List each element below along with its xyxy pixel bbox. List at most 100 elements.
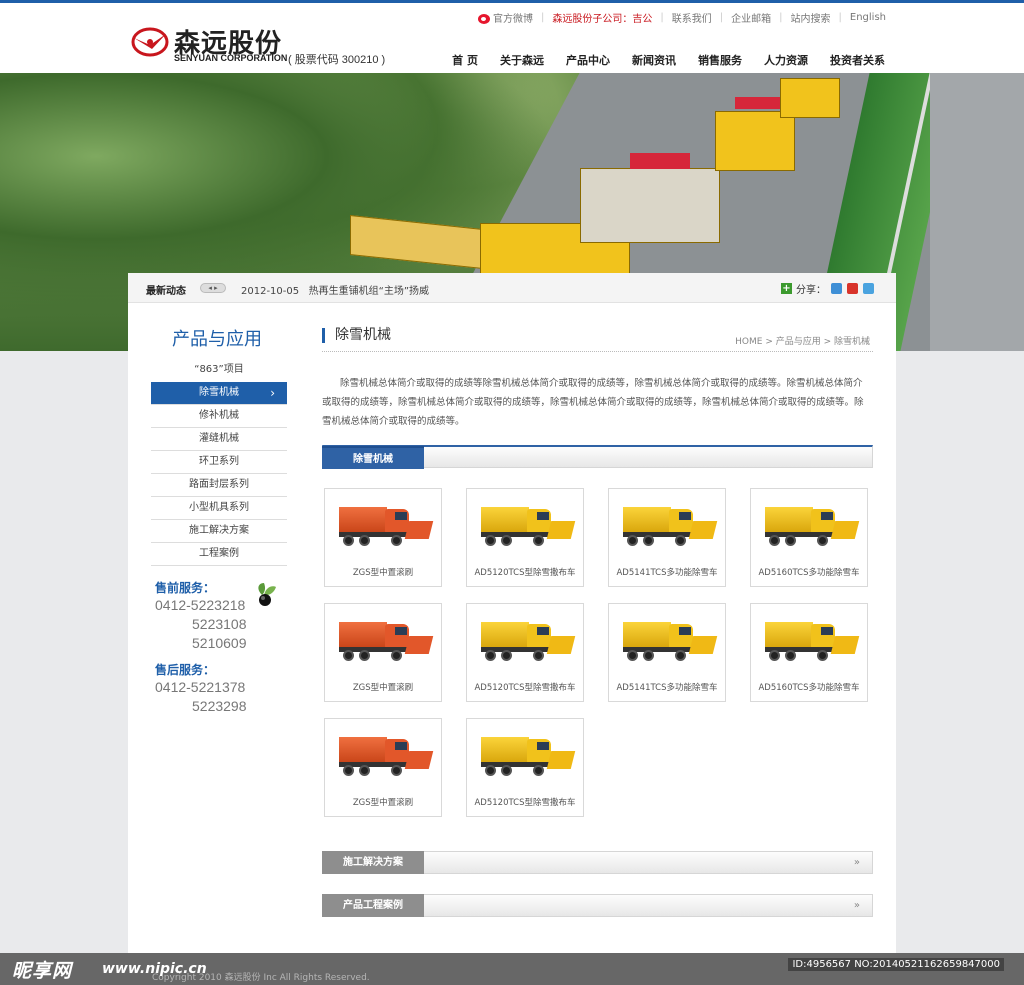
product-card[interactable]: AD5120TCS型除雪撒布车	[466, 603, 584, 702]
breadcrumb[interactable]: HOME > 产品与应用 > 除雪机械	[735, 334, 870, 347]
truck-plow	[404, 636, 434, 654]
share-plus-icon[interactable]: +	[781, 283, 792, 294]
truck-wheel	[343, 650, 354, 661]
product-name: AD5120TCS型除雪撒布车	[474, 568, 576, 578]
truck-wheel	[643, 650, 654, 661]
aftersale-number: 5223298	[192, 698, 247, 714]
truck-body	[481, 622, 529, 648]
truck-wheel	[501, 650, 512, 661]
truck-wheel	[675, 650, 686, 661]
sidebar-item-solutions[interactable]: 施工解决方案	[151, 520, 287, 543]
sidebar-item-surface-sealing[interactable]: 路面封层系列	[151, 474, 287, 497]
site-header: 森远股份 SENYUAN CORPORATION ( 股票代码 300210 )…	[0, 3, 1024, 73]
nav-news[interactable]: 新闻资讯	[621, 52, 687, 68]
product-name: ZGS型中置滚刷	[352, 568, 414, 578]
product-image	[619, 501, 718, 551]
truck-wheel	[485, 765, 496, 776]
product-image	[335, 501, 434, 551]
truck-plow	[404, 751, 434, 769]
product-card[interactable]: ZGS型中置滚刷	[324, 488, 442, 587]
truck-window	[395, 627, 407, 635]
section-bar-cases: 产品工程案例 »	[322, 894, 873, 917]
logo[interactable]: 森远股份 SENYUAN CORPORATION ( 股票代码 300210 )	[130, 25, 430, 70]
english-link[interactable]: English	[842, 12, 894, 23]
truck-plow	[688, 521, 718, 539]
main-nav: 首 页 关于森远 产品中心 新闻资讯 销售服务 人力资源 投资者关系	[441, 52, 896, 68]
nav-products[interactable]: 产品中心	[555, 52, 621, 68]
email-link[interactable]: 企业邮箱	[723, 10, 779, 25]
truck-wheel	[533, 765, 544, 776]
weibo-share-icon[interactable]	[847, 283, 858, 294]
section-bar-solutions: 施工解决方案 »	[322, 851, 873, 874]
sidebar-item-sanitation[interactable]: 环卫系列	[151, 451, 287, 474]
product-name: AD5120TCS型除雪撒布车	[474, 798, 576, 808]
product-card[interactable]: AD5160TCS多功能除雪车	[750, 488, 868, 587]
product-card[interactable]: ZGS型中置滚刷	[324, 603, 442, 702]
site-search-link[interactable]: 站内搜索	[783, 10, 839, 25]
truck-body	[623, 507, 671, 533]
truck-wheel	[817, 535, 828, 546]
truck-body	[623, 622, 671, 648]
sidebar-item-crack-sealing[interactable]: 灌缝机械	[151, 428, 287, 451]
news-headline[interactable]: 2012-10-05 热再生重铺机组“主场”扬威	[241, 282, 429, 297]
presale-number: 5223108	[192, 616, 247, 632]
nav-sales[interactable]: 销售服务	[687, 52, 753, 68]
subsidiary-link[interactable]: 森远股份子公司：吉公	[544, 10, 660, 25]
banner-canopy	[735, 97, 785, 109]
divider	[322, 351, 873, 352]
sidebar-item-cases[interactable]: 工程案例	[151, 543, 287, 566]
product-card[interactable]: AD5120TCS型除雪撒布车	[466, 718, 584, 817]
section-bar-snow: 除雪机械	[322, 445, 873, 469]
weibo-icon	[478, 14, 491, 24]
sidebar-item-small-tools[interactable]: 小型机具系列	[151, 497, 287, 520]
truck-plow	[404, 521, 434, 539]
product-name: AD5160TCS多功能除雪车	[758, 568, 860, 578]
truck-body	[481, 507, 529, 533]
truck-body	[339, 737, 387, 763]
section-tab-solutions[interactable]: 施工解决方案	[322, 851, 424, 874]
qzone-icon[interactable]	[831, 283, 842, 294]
product-card[interactable]: AD5141TCS多功能除雪车	[608, 603, 726, 702]
product-name: ZGS型中置滚刷	[352, 683, 414, 693]
product-image	[335, 731, 434, 781]
nav-about[interactable]: 关于森远	[489, 52, 555, 68]
contact-link[interactable]: 联系我们	[664, 10, 720, 25]
tencent-weibo-icon[interactable]	[863, 283, 874, 294]
news-label: 最新动态	[146, 286, 186, 297]
sidebar-item-863[interactable]: “863”项目	[151, 359, 287, 382]
product-name: AD5141TCS多功能除雪车	[616, 683, 718, 693]
more-icon[interactable]: »	[854, 900, 860, 911]
product-name: AD5141TCS多功能除雪车	[616, 568, 718, 578]
nav-home[interactable]: 首 页	[441, 52, 489, 68]
news-prev-next-icon[interactable]: ◂ ▸	[200, 283, 226, 293]
truck-wheel	[391, 650, 402, 661]
snow-truck-icon	[335, 731, 434, 781]
banner-machine	[580, 168, 720, 243]
truck-plow	[546, 751, 576, 769]
banner-machine	[715, 111, 795, 171]
product-card[interactable]: AD5141TCS多功能除雪车	[608, 488, 726, 587]
truck-wheel	[359, 535, 370, 546]
truck-body	[481, 737, 529, 763]
top-links: 官方微博 | 森远股份子公司：吉公 | 联系我们 | 企业邮箱 | 站内搜索 |…	[470, 10, 894, 25]
product-card[interactable]: AD5120TCS型除雪撒布车	[466, 488, 584, 587]
snow-truck-icon	[335, 616, 434, 666]
snow-truck-icon	[477, 731, 576, 781]
truck-wheel	[785, 535, 796, 546]
product-card[interactable]: AD5160TCS多功能除雪车	[750, 603, 868, 702]
section-tab-snow[interactable]: 除雪机械	[322, 446, 424, 469]
news-ticker: 最新动态 ◂ ▸ 2012-10-05 热再生重铺机组“主场”扬威 + 分享：	[128, 273, 896, 303]
more-icon[interactable]: »	[854, 857, 860, 868]
nav-investors[interactable]: 投资者关系	[819, 52, 896, 68]
sidebar-item-repair[interactable]: 修补机械	[151, 405, 287, 428]
truck-body	[339, 622, 387, 648]
aftersale-label: 售后服务：	[155, 663, 216, 677]
logo-emblem-icon	[131, 27, 169, 57]
product-card[interactable]: ZGS型中置滚刷	[324, 718, 442, 817]
weibo-link[interactable]: 官方微博	[470, 10, 541, 25]
truck-window	[821, 512, 833, 520]
sidebar-item-snow-removal[interactable]: 除雪机械	[151, 382, 287, 405]
section-tab-cases[interactable]: 产品工程案例	[322, 894, 424, 917]
truck-wheel	[769, 650, 780, 661]
nav-hr[interactable]: 人力资源	[753, 52, 819, 68]
